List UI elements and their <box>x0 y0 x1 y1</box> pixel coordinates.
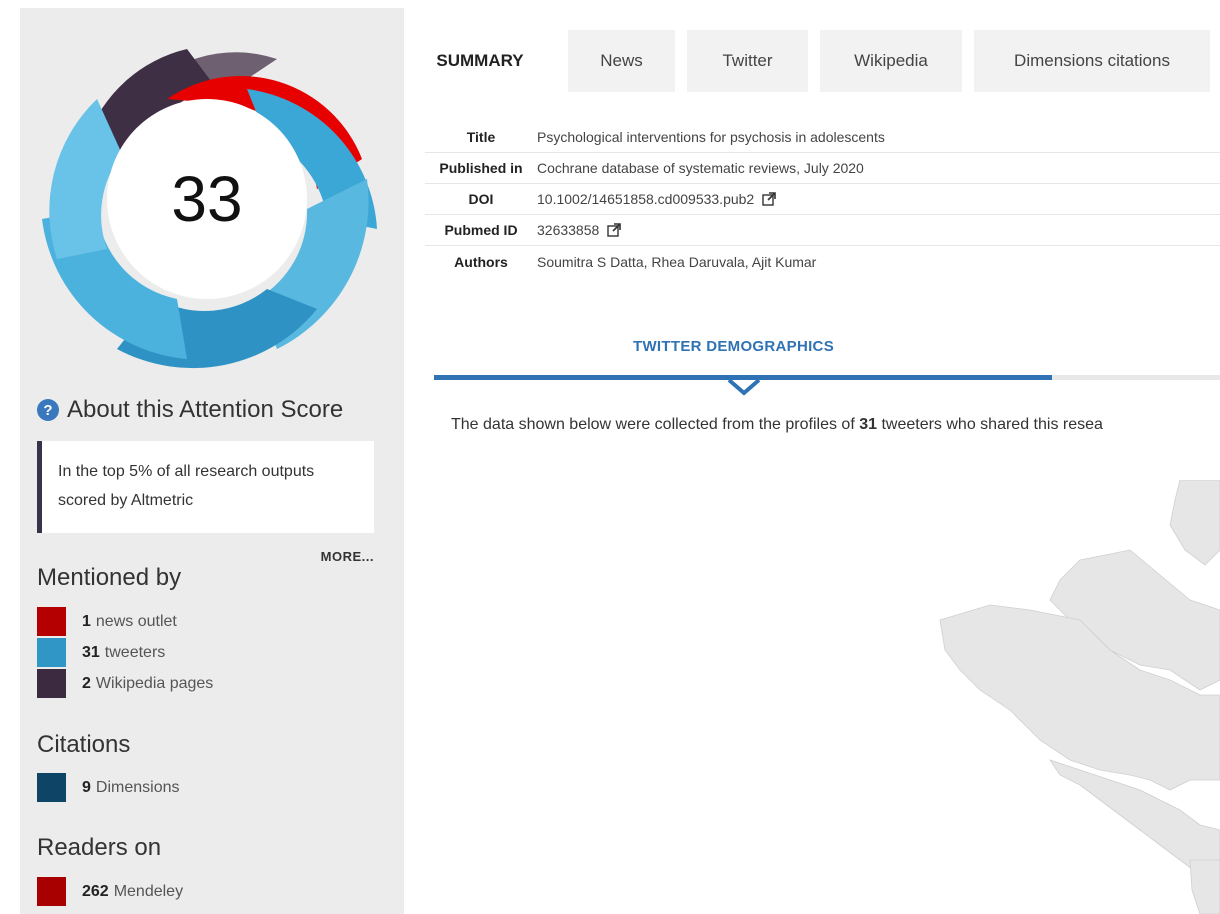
authors-label: Authors <box>454 253 508 270</box>
external-link-icon[interactable] <box>762 192 777 206</box>
citation-dimensions[interactable]: 9 Dimensions <box>37 773 180 802</box>
tab-twitter[interactable]: Twitter <box>687 30 808 92</box>
summary-row-doi: DOI 10.1002/14651858.cd009533.pub2 <box>425 184 1220 215</box>
desc-before: The data shown below were collected from… <box>451 416 860 433</box>
about-attention-score-link[interactable]: ? About this Attention Score <box>37 396 343 424</box>
desc-after: tweeters who shared this resea <box>877 416 1103 433</box>
demographics-description: The data shown below were collected from… <box>451 416 1220 434</box>
summary-row-authors: Authors Soumitra S Datta, Rhea Daruvala,… <box>425 246 1220 277</box>
authors-value: Soumitra S Datta, Rhea Daruvala, Ajit Ku… <box>537 253 817 270</box>
tab-wikipedia[interactable]: Wikipedia <box>820 30 962 92</box>
rank-text: In the top 5% of all research outputs sc… <box>58 463 315 509</box>
greenland-shape <box>1169 480 1220 566</box>
title-label: Title <box>466 129 496 145</box>
wikipedia-label: Wikipedia pages <box>95 674 214 692</box>
external-link-icon[interactable] <box>607 223 622 237</box>
chevron-down-icon <box>727 378 761 396</box>
doi-value: 10.1002/14651858.cd009533.pub2 <box>537 191 755 207</box>
pubmed-link[interactable]: 32633858 <box>537 222 622 238</box>
question-circle-icon: ? <box>37 399 59 421</box>
rank-box: In the top 5% of all research outputs sc… <box>37 441 374 533</box>
readers-title: Readers on <box>37 834 162 861</box>
twitter-demographics-title[interactable]: TWITTER DEMOGRAPHICS <box>633 338 834 355</box>
mention-wikipedia[interactable]: 2 Wikipedia pages <box>37 669 213 698</box>
reader-mendeley[interactable]: 262 Mendeley <box>37 877 183 906</box>
summary-row-title: Title Psychological interventions for ps… <box>425 122 1220 153</box>
news-swatch <box>37 607 66 636</box>
twitter-count: 31 <box>82 643 100 661</box>
doi-link[interactable]: 10.1002/14651858.cd009533.pub2 <box>537 191 777 207</box>
mexico-shape <box>1189 859 1220 914</box>
mention-news[interactable]: 1 news outlet <box>37 607 177 636</box>
mention-twitter[interactable]: 31 tweeters <box>37 638 165 667</box>
pubmed-value: 32633858 <box>537 222 600 238</box>
summary-table: Title Psychological interventions for ps… <box>425 122 1220 277</box>
news-label: news outlet <box>95 612 177 630</box>
summary-row-published: Published in Cochrane database of system… <box>425 153 1220 184</box>
wikipedia-count: 2 <box>82 674 91 692</box>
published-label: Published in <box>439 160 523 176</box>
dimensions-label: Dimensions <box>95 778 180 796</box>
sidebar: 33 ? About this Attention Score In the t… <box>20 8 404 914</box>
dimensions-swatch <box>37 773 66 802</box>
tab-dimensions-citations[interactable]: Dimensions citations <box>974 30 1210 92</box>
twitter-label: tweeters <box>104 643 166 661</box>
pubmed-label: Pubmed ID <box>444 222 518 238</box>
mendeley-label: Mendeley <box>113 882 184 900</box>
desc-count: 31 <box>859 416 878 433</box>
attention-score: 33 <box>171 163 243 235</box>
mendeley-swatch <box>37 877 66 906</box>
more-link[interactable]: MORE... <box>321 549 374 564</box>
twitter-swatch <box>37 638 66 667</box>
dimensions-count: 9 <box>82 778 91 796</box>
news-count: 1 <box>82 612 91 630</box>
mendeley-count: 262 <box>82 882 109 900</box>
summary-row-pubmed: Pubmed ID 32633858 <box>425 215 1220 246</box>
citations-title: Citations <box>37 731 131 758</box>
tab-news[interactable]: News <box>568 30 675 92</box>
about-label: About this Attention Score <box>67 396 344 423</box>
wikipedia-swatch <box>37 669 66 698</box>
world-map[interactable] <box>930 480 1220 914</box>
tab-bar: SUMMARY News Twitter Wikipedia Dimension… <box>404 30 1220 92</box>
published-value: Cochrane database of systematic reviews,… <box>537 160 864 176</box>
tab-summary[interactable]: SUMMARY <box>404 30 556 92</box>
title-value: Psychological interventions for psychosi… <box>537 129 885 145</box>
mentioned-by-title: Mentioned by <box>37 564 182 591</box>
doi-label: DOI <box>468 191 494 207</box>
